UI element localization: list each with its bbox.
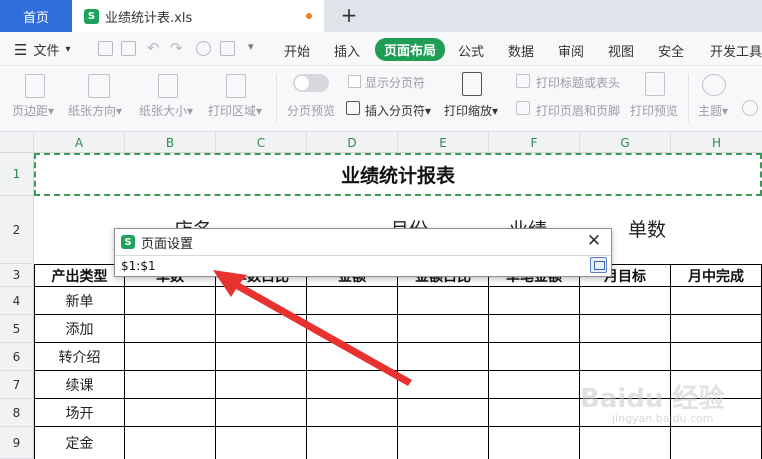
watermark-url: jingyan.baidu.com	[612, 412, 714, 425]
watermark-logo: Baidu 经验	[580, 384, 725, 414]
arrow-shape	[213, 270, 412, 386]
